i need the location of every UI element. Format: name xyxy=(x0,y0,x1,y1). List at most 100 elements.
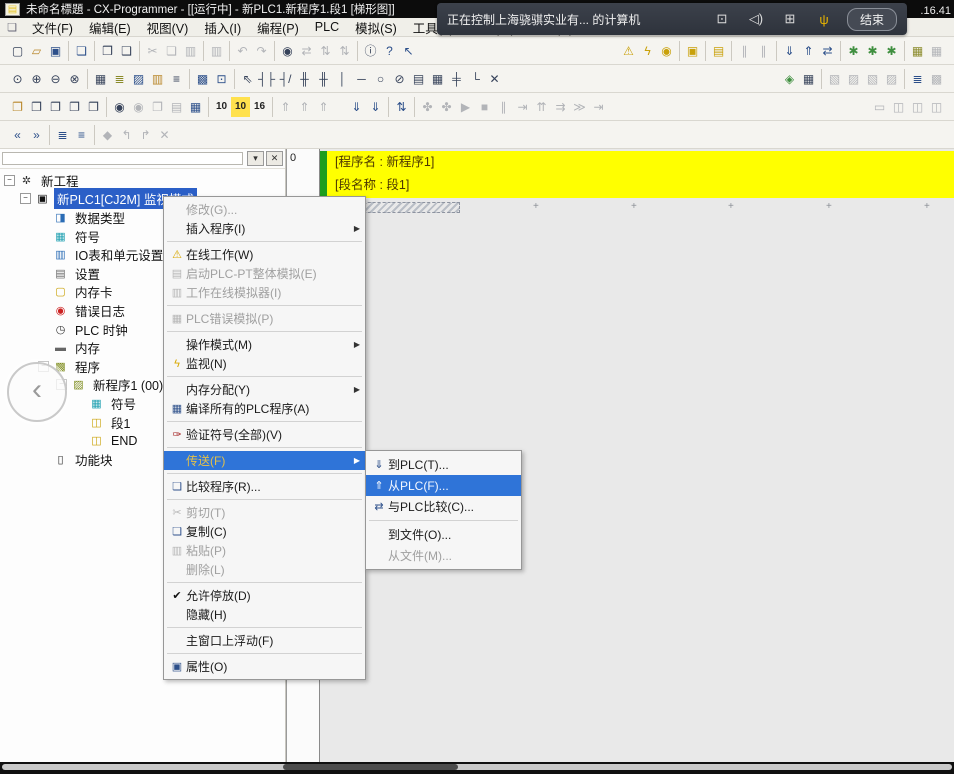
work-online-icon[interactable]: ⚠ xyxy=(619,41,638,61)
sim-upload-icon[interactable]: ⇓ xyxy=(366,97,385,117)
menu-hide[interactable]: 隐藏(H) ▶ xyxy=(164,605,365,624)
zoom-in-icon[interactable]: ⊕ xyxy=(27,69,46,89)
submenu-to-file[interactable]: 到文件(O)... xyxy=(366,524,521,545)
compare-program-icon[interactable]: ⇄ xyxy=(818,41,837,61)
menu-simulation[interactable]: 模拟(S) xyxy=(347,18,405,37)
find-icon[interactable]: ◉ xyxy=(278,41,297,61)
submenu-compare-with-plc[interactable]: ⇄ 与PLC比较(C)... xyxy=(366,496,521,517)
transfer-warn-icon[interactable]: ▣ xyxy=(683,41,702,61)
symbol-table-icon[interactable]: ≣ xyxy=(110,69,129,89)
list-a-icon[interactable]: ≣ xyxy=(53,125,72,145)
sim-run-fast-icon[interactable]: ≫ xyxy=(570,97,589,117)
help-icon[interactable]: ? xyxy=(380,41,399,61)
cut-icon[interactable]: ✂ xyxy=(143,41,162,61)
submenu-from-file[interactable]: 从文件(M)... xyxy=(366,545,521,566)
coil-icon[interactable]: ○ xyxy=(371,69,390,89)
side-panel-handle[interactable]: ‹ xyxy=(7,362,67,422)
paste-special-icon[interactable]: ▥ xyxy=(207,41,226,61)
outdent-icon[interactable]: « xyxy=(8,125,27,145)
vertical-line-icon[interactable]: │ xyxy=(333,69,352,89)
instruction-icon[interactable]: ▤ xyxy=(409,69,428,89)
horizontal-scrollbar-thumb[interactable] xyxy=(283,764,458,770)
check-b-icon[interactable]: ▨ xyxy=(844,69,863,89)
zoom-tool-icon[interactable]: ⊙ xyxy=(8,69,27,89)
redo-icon[interactable]: ↷ xyxy=(252,41,271,61)
contact-no-icon[interactable]: ┤├ xyxy=(257,69,276,89)
upload-program-icon[interactable]: ⇑ xyxy=(799,41,818,61)
copy-icon[interactable]: ❏ xyxy=(162,41,181,61)
force-cancel-icon[interactable]: ⇑ xyxy=(314,97,333,117)
menu-compile-all-plc-programs[interactable]: ▦ 编译所有的PLC程序(A) ▶ xyxy=(164,399,365,418)
io-rack-alt-icon[interactable]: ▦ xyxy=(927,41,946,61)
contact-or-no-icon[interactable]: ╫ xyxy=(295,69,314,89)
zoom-fit-icon[interactable]: ⊗ xyxy=(65,69,84,89)
menu-verify-symbols-all[interactable]: ✑ 验证符号(全部)(V) ▶ xyxy=(164,425,365,444)
clock-window-icon[interactable]: ⊡ xyxy=(212,69,231,89)
horizontal-scrollbar[interactable] xyxy=(2,764,952,770)
print-preview-icon[interactable]: ❑ xyxy=(117,41,136,61)
online-edit-send-icon[interactable]: ✱ xyxy=(863,41,882,61)
sim-pause-icon[interactable]: ∥ xyxy=(494,97,513,117)
sim-download-icon[interactable]: ⇓ xyxy=(347,97,366,117)
menu-float-on-main-window[interactable]: 主窗口上浮动(F) ▶ xyxy=(164,631,365,650)
erase-icon[interactable]: ✕ xyxy=(485,69,504,89)
pause-run-icon[interactable]: ∥ xyxy=(735,41,754,61)
menu-plc-error-simulation[interactable]: ▦ PLC错误模拟(P) ▶ xyxy=(164,309,365,328)
rack-small-icon[interactable]: ▩ xyxy=(927,69,946,89)
force-on-icon[interactable]: ⇑ xyxy=(276,97,295,117)
fullscreen-icon[interactable]: ⊡ xyxy=(705,11,739,27)
paste-icon[interactable]: ▥ xyxy=(181,41,200,61)
close-panel-button[interactable]: ✕ xyxy=(266,151,283,166)
end-session-button[interactable]: 结束 xyxy=(847,8,897,31)
window-watch-icon[interactable]: ❐ xyxy=(46,97,65,117)
tree-expander-icon[interactable]: − xyxy=(4,175,15,186)
menu-memory-allocation[interactable]: 内存分配(Y) ▶ xyxy=(164,380,365,399)
menu-cut[interactable]: ✂ 剪切(T) ▶ xyxy=(164,503,365,522)
download-program-icon[interactable]: ⇓ xyxy=(780,41,799,61)
menu-start-plc-pt-simulation[interactable]: ▤ 启动PLC-PT整体模拟(E) ▶ xyxy=(164,264,365,283)
view-style-d-icon[interactable]: ◫ xyxy=(927,97,946,117)
function-block-icon[interactable]: ╪ xyxy=(447,69,466,89)
view-style-c-icon[interactable]: ◫ xyxy=(908,97,927,117)
window-project-icon[interactable]: ❐ xyxy=(8,97,27,117)
verify-icon[interactable]: ◈ xyxy=(780,69,799,89)
sim-run-icon[interactable]: ▶ xyxy=(456,97,475,117)
menu-view[interactable]: 视图(V) xyxy=(139,18,197,37)
contact-or-nc-icon[interactable]: ╫ xyxy=(314,69,333,89)
window-toolbar-icon[interactable]: ⊞ xyxy=(773,11,807,27)
online-edit-icon[interactable]: ✱ xyxy=(844,41,863,61)
menu-copy[interactable]: ❏ 复制(C) ▶ xyxy=(164,522,365,541)
speaker-icon[interactable]: ◁) xyxy=(739,11,773,27)
menu-compare-program[interactable]: ❏ 比较程序(R)... ▶ xyxy=(164,477,365,496)
rung-comment-icon[interactable]: ▤ xyxy=(167,97,186,117)
window-reference-icon[interactable]: ❐ xyxy=(65,97,84,117)
zoom-out-icon[interactable]: ⊖ xyxy=(46,69,65,89)
ladder-view-icon[interactable]: ▥ xyxy=(148,69,167,89)
menu-edit[interactable]: 编辑(E) xyxy=(81,18,139,37)
context-help-icon[interactable]: ↖ xyxy=(399,41,418,61)
menu-work-online[interactable]: ⚠ 在线工作(W) ▶ xyxy=(164,245,365,264)
connection-icon[interactable]: ψ xyxy=(807,12,841,27)
instruction-alt-icon[interactable]: ▦ xyxy=(428,69,447,89)
force-off-icon[interactable]: ⇑ xyxy=(295,97,314,117)
sim-mode-a-icon[interactable]: ✤ xyxy=(418,97,437,117)
menu-operating-mode[interactable]: 操作模式(M) ▶ xyxy=(164,335,365,354)
grid-icon[interactable]: ▦ xyxy=(91,69,110,89)
menu-transfer[interactable]: 传送(F) ▶ xyxy=(164,451,365,470)
comment-icon[interactable]: ❐ xyxy=(148,97,167,117)
dropdown-button[interactable]: ▾ xyxy=(247,151,264,166)
view-style-a-icon[interactable]: ▭ xyxy=(870,97,889,117)
menu-file[interactable]: 文件(F) xyxy=(24,18,81,37)
replace-icon[interactable]: ⇄ xyxy=(297,41,316,61)
pause-icon[interactable]: ∥ xyxy=(754,41,773,61)
undo-icon[interactable]: ↶ xyxy=(233,41,252,61)
io-comment-icon[interactable]: ▨ xyxy=(129,69,148,89)
menu-allow-docking[interactable]: ✔ 允许停放(D) ▶ xyxy=(164,586,365,605)
closed-coil-icon[interactable]: ⊘ xyxy=(390,69,409,89)
new-file-icon[interactable]: ▢ xyxy=(8,41,27,61)
rack-warn-icon[interactable]: ▤ xyxy=(709,41,728,61)
style-flag-icon[interactable]: ◆ xyxy=(98,125,117,145)
submenu-to-plc[interactable]: ⇓ 到PLC(T)... xyxy=(366,454,521,475)
sim-to-end-icon[interactable]: ⇥ xyxy=(589,97,608,117)
check-c-icon[interactable]: ▧ xyxy=(863,69,882,89)
